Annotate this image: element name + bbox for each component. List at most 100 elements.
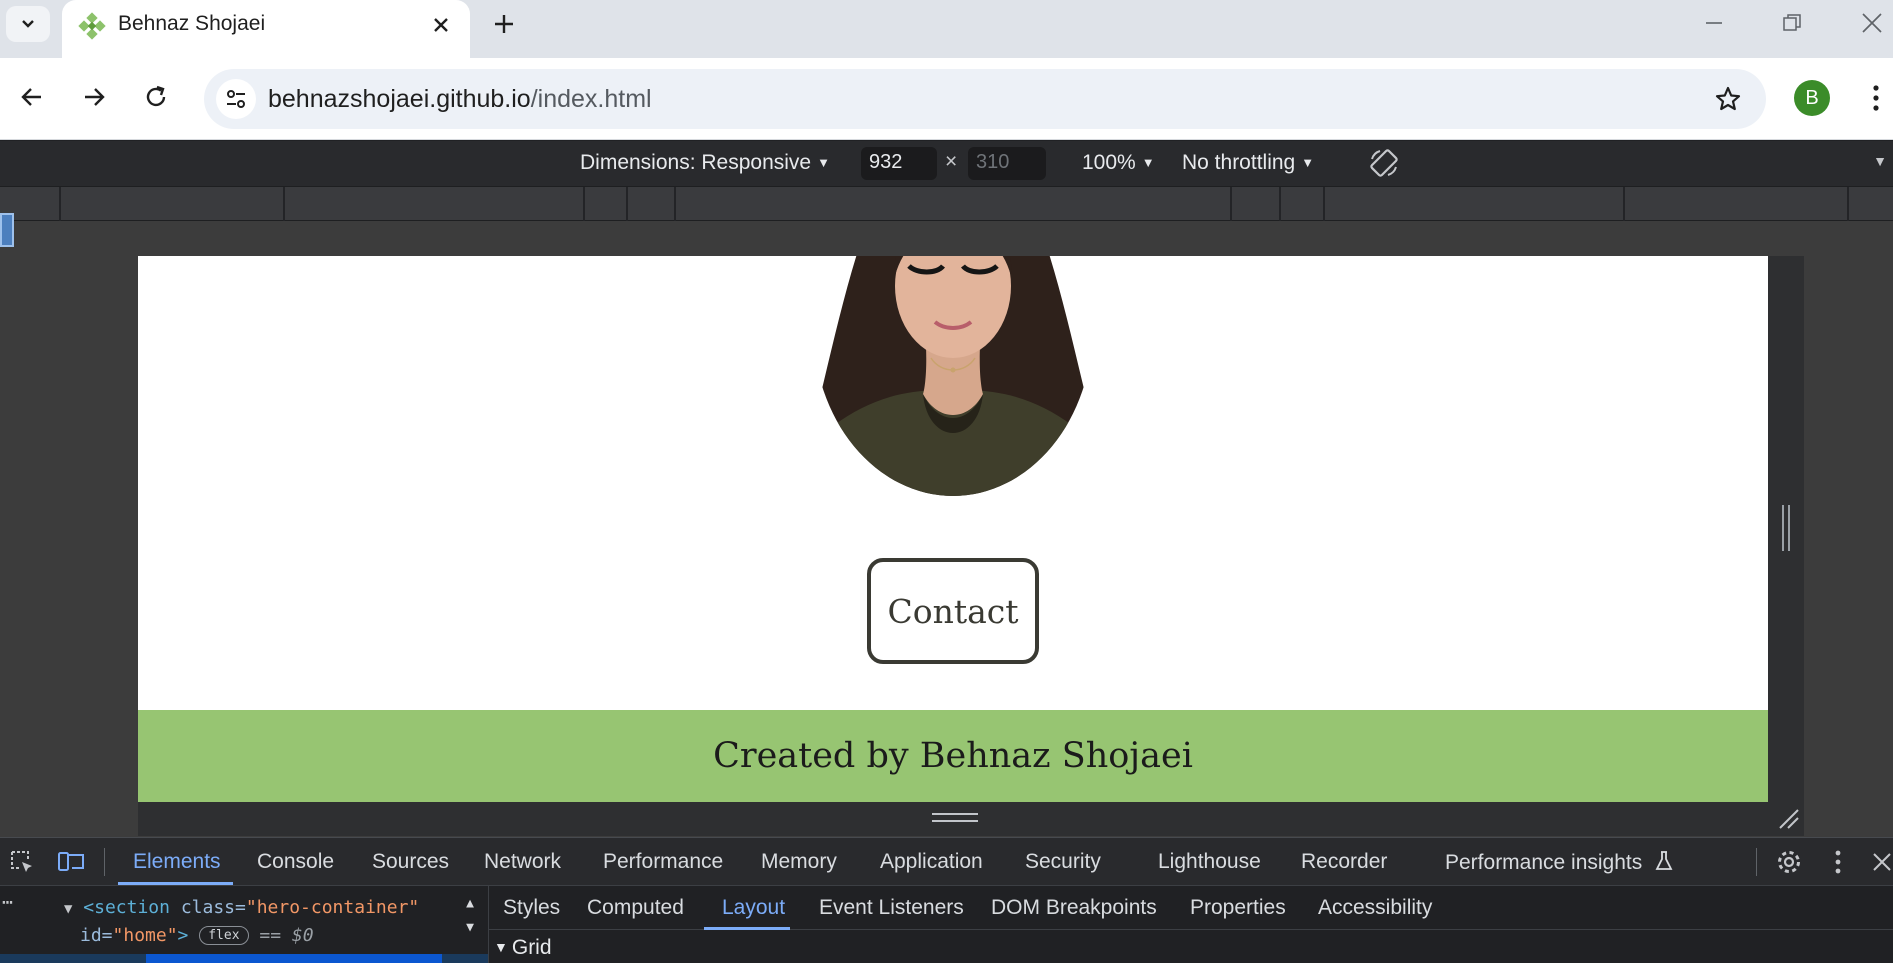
expand-triangle-icon: ▼ <box>494 939 508 955</box>
tab-styles[interactable]: Styles <box>503 896 560 920</box>
close-icon <box>1873 853 1891 871</box>
tab-network[interactable]: Network <box>484 850 561 874</box>
tab-performance-insights[interactable]: Performance insights <box>1445 850 1674 875</box>
restore-icon <box>1783 14 1801 31</box>
browser-toolbar: behnazshojaei.github.io/index.html B <box>0 58 1893 140</box>
ruler-marker[interactable] <box>0 213 14 247</box>
flask-icon <box>1655 851 1673 870</box>
tab-recorder[interactable]: Recorder <box>1301 850 1387 874</box>
plus-icon <box>495 15 513 33</box>
devtools-body: ⋯ ▼ <section class="hero-container" id="… <box>0 885 1893 963</box>
device-mode-icon <box>58 852 84 871</box>
flex-badge[interactable]: flex <box>199 926 249 945</box>
browser-menu-button[interactable] <box>1862 78 1890 118</box>
tab-performance-insights-label: Performance insights <box>1445 851 1643 874</box>
more-vertical-icon <box>1873 85 1879 111</box>
rotate-icon[interactable] <box>1366 145 1402 181</box>
attr-id: id= <box>80 925 113 946</box>
tab-computed[interactable]: Computed <box>587 896 684 920</box>
more-vertical-icon <box>1835 850 1841 874</box>
chevron-down-icon <box>22 20 34 28</box>
height-input[interactable]: 310 <box>968 147 1046 180</box>
tab-properties[interactable]: Properties <box>1190 896 1286 920</box>
browser-tab[interactable]: Behnaz Shojaei <box>62 0 470 58</box>
tab-performance[interactable]: Performance <box>603 850 723 874</box>
window-close-button[interactable] <box>1842 2 1893 44</box>
inspect-icon <box>11 851 32 872</box>
width-input[interactable]: 932 <box>861 147 937 180</box>
tab-layout[interactable]: Layout <box>722 896 785 920</box>
inspect-element-button[interactable] <box>6 846 38 878</box>
url-path: /index.html <box>530 85 652 113</box>
device-toolbar: Dimensions: Responsive ▼ 932 × 310 100% ▼ … <box>0 141 1893 186</box>
new-tab-button[interactable] <box>486 6 522 42</box>
throttling-dropdown[interactable]: No throttling ▼ <box>1182 151 1314 175</box>
tab-accessibility[interactable]: Accessibility <box>1318 896 1432 920</box>
tune-icon <box>227 90 245 108</box>
dom-node-section[interactable]: ▼ <section class="hero-container" <box>64 897 419 918</box>
caret-down-icon: ▼ <box>817 155 830 170</box>
contact-button[interactable]: Contact <box>867 558 1039 664</box>
tab-strip: Behnaz Shojaei <box>0 0 1893 58</box>
zoom-dropdown[interactable]: 100% ▼ <box>1082 151 1155 175</box>
tab-search-button[interactable] <box>6 6 50 42</box>
tab-elements[interactable]: Elements <box>133 850 221 874</box>
selected-marker: == $0 <box>259 925 314 946</box>
address-bar[interactable]: behnazshojaei.github.io/index.html <box>204 69 1766 129</box>
reload-icon <box>146 85 166 107</box>
tag-close: > <box>177 925 189 946</box>
devtools-more-button[interactable] <box>1822 846 1854 878</box>
tab-event-listeners[interactable]: Event Listeners <box>819 896 964 920</box>
device-toggle-button[interactable] <box>55 846 87 878</box>
ellipsis-icon[interactable]: ⋯ <box>2 892 13 913</box>
url-text[interactable]: behnazshojaei.github.io/index.html <box>268 85 652 114</box>
tab-sources[interactable]: Sources <box>372 850 449 874</box>
url-host: behnazshojaei.github.io <box>268 85 531 113</box>
grid-section-header[interactable]: ▼ Grid <box>494 936 552 960</box>
right-resize-grip[interactable] <box>1782 505 1790 551</box>
tab-security[interactable]: Security <box>1025 850 1101 874</box>
close-icon <box>1862 13 1882 33</box>
tab-application[interactable]: Application <box>880 850 983 874</box>
tree-scroll-arrows[interactable]: ▲ ▼ <box>460 892 480 948</box>
elements-tree: ⋯ ▼ <section class="hero-container" id="… <box>0 886 488 963</box>
tab-close-button[interactable] <box>426 10 456 40</box>
reload-button[interactable] <box>135 76 177 118</box>
dom-node-section-cont[interactable]: id="home"> flex == $0 <box>80 925 314 946</box>
tag-open: <section <box>83 897 170 918</box>
gear-icon <box>1778 851 1800 873</box>
dimensions-label: Dimensions: Responsive <box>580 151 812 174</box>
arrow-right-icon <box>85 88 105 106</box>
rendered-page: Contact Created by Behnaz Shojaei <box>138 256 1768 802</box>
bookmark-button[interactable] <box>1710 81 1746 117</box>
val-class: "hero-container" <box>245 897 420 918</box>
tab-console[interactable]: Console <box>257 850 334 874</box>
profile-avatar[interactable]: B <box>1794 80 1830 116</box>
dimensions-dropdown[interactable]: Dimensions: Responsive ▼ <box>580 151 830 175</box>
devtools-close-button[interactable] <box>1866 846 1893 878</box>
tab-lighthouse[interactable]: Lighthouse <box>1158 850 1261 874</box>
settings-button[interactable] <box>1773 846 1805 878</box>
tab-memory[interactable]: Memory <box>761 850 837 874</box>
page-footer: Created by Behnaz Shojaei <box>138 710 1768 802</box>
media-query-ruler[interactable] <box>0 186 1893 222</box>
restore-button[interactable] <box>1762 2 1822 44</box>
attr-class: class= <box>180 897 246 918</box>
devtools-tabbar: Elements Console Sources Network Perform… <box>0 837 1893 885</box>
device-toolbar-more-icon[interactable]: ▼ <box>1873 153 1887 169</box>
site-info-button[interactable] <box>216 79 256 119</box>
caret-down-icon: ▼ <box>1141 155 1155 170</box>
sidebar-tabbar: Styles Computed Layout Event Listeners D… <box>489 886 1893 930</box>
minimize-button[interactable] <box>1684 2 1744 44</box>
corner-resize-icon[interactable] <box>1776 806 1800 830</box>
throttling-label: No throttling <box>1182 151 1296 174</box>
grid-section-label: Grid <box>511 936 552 959</box>
minimize-icon <box>1706 22 1722 24</box>
forward-button[interactable] <box>73 76 115 118</box>
bottom-resize-grip[interactable] <box>932 813 978 822</box>
expand-triangle-icon[interactable]: ▼ <box>64 901 72 917</box>
back-button[interactable] <box>11 76 53 118</box>
footer-text: Created by Behnaz Shojaei <box>713 736 1193 776</box>
profile-portrait <box>813 256 1093 496</box>
tab-dom-breakpoints[interactable]: DOM Breakpoints <box>991 896 1157 920</box>
